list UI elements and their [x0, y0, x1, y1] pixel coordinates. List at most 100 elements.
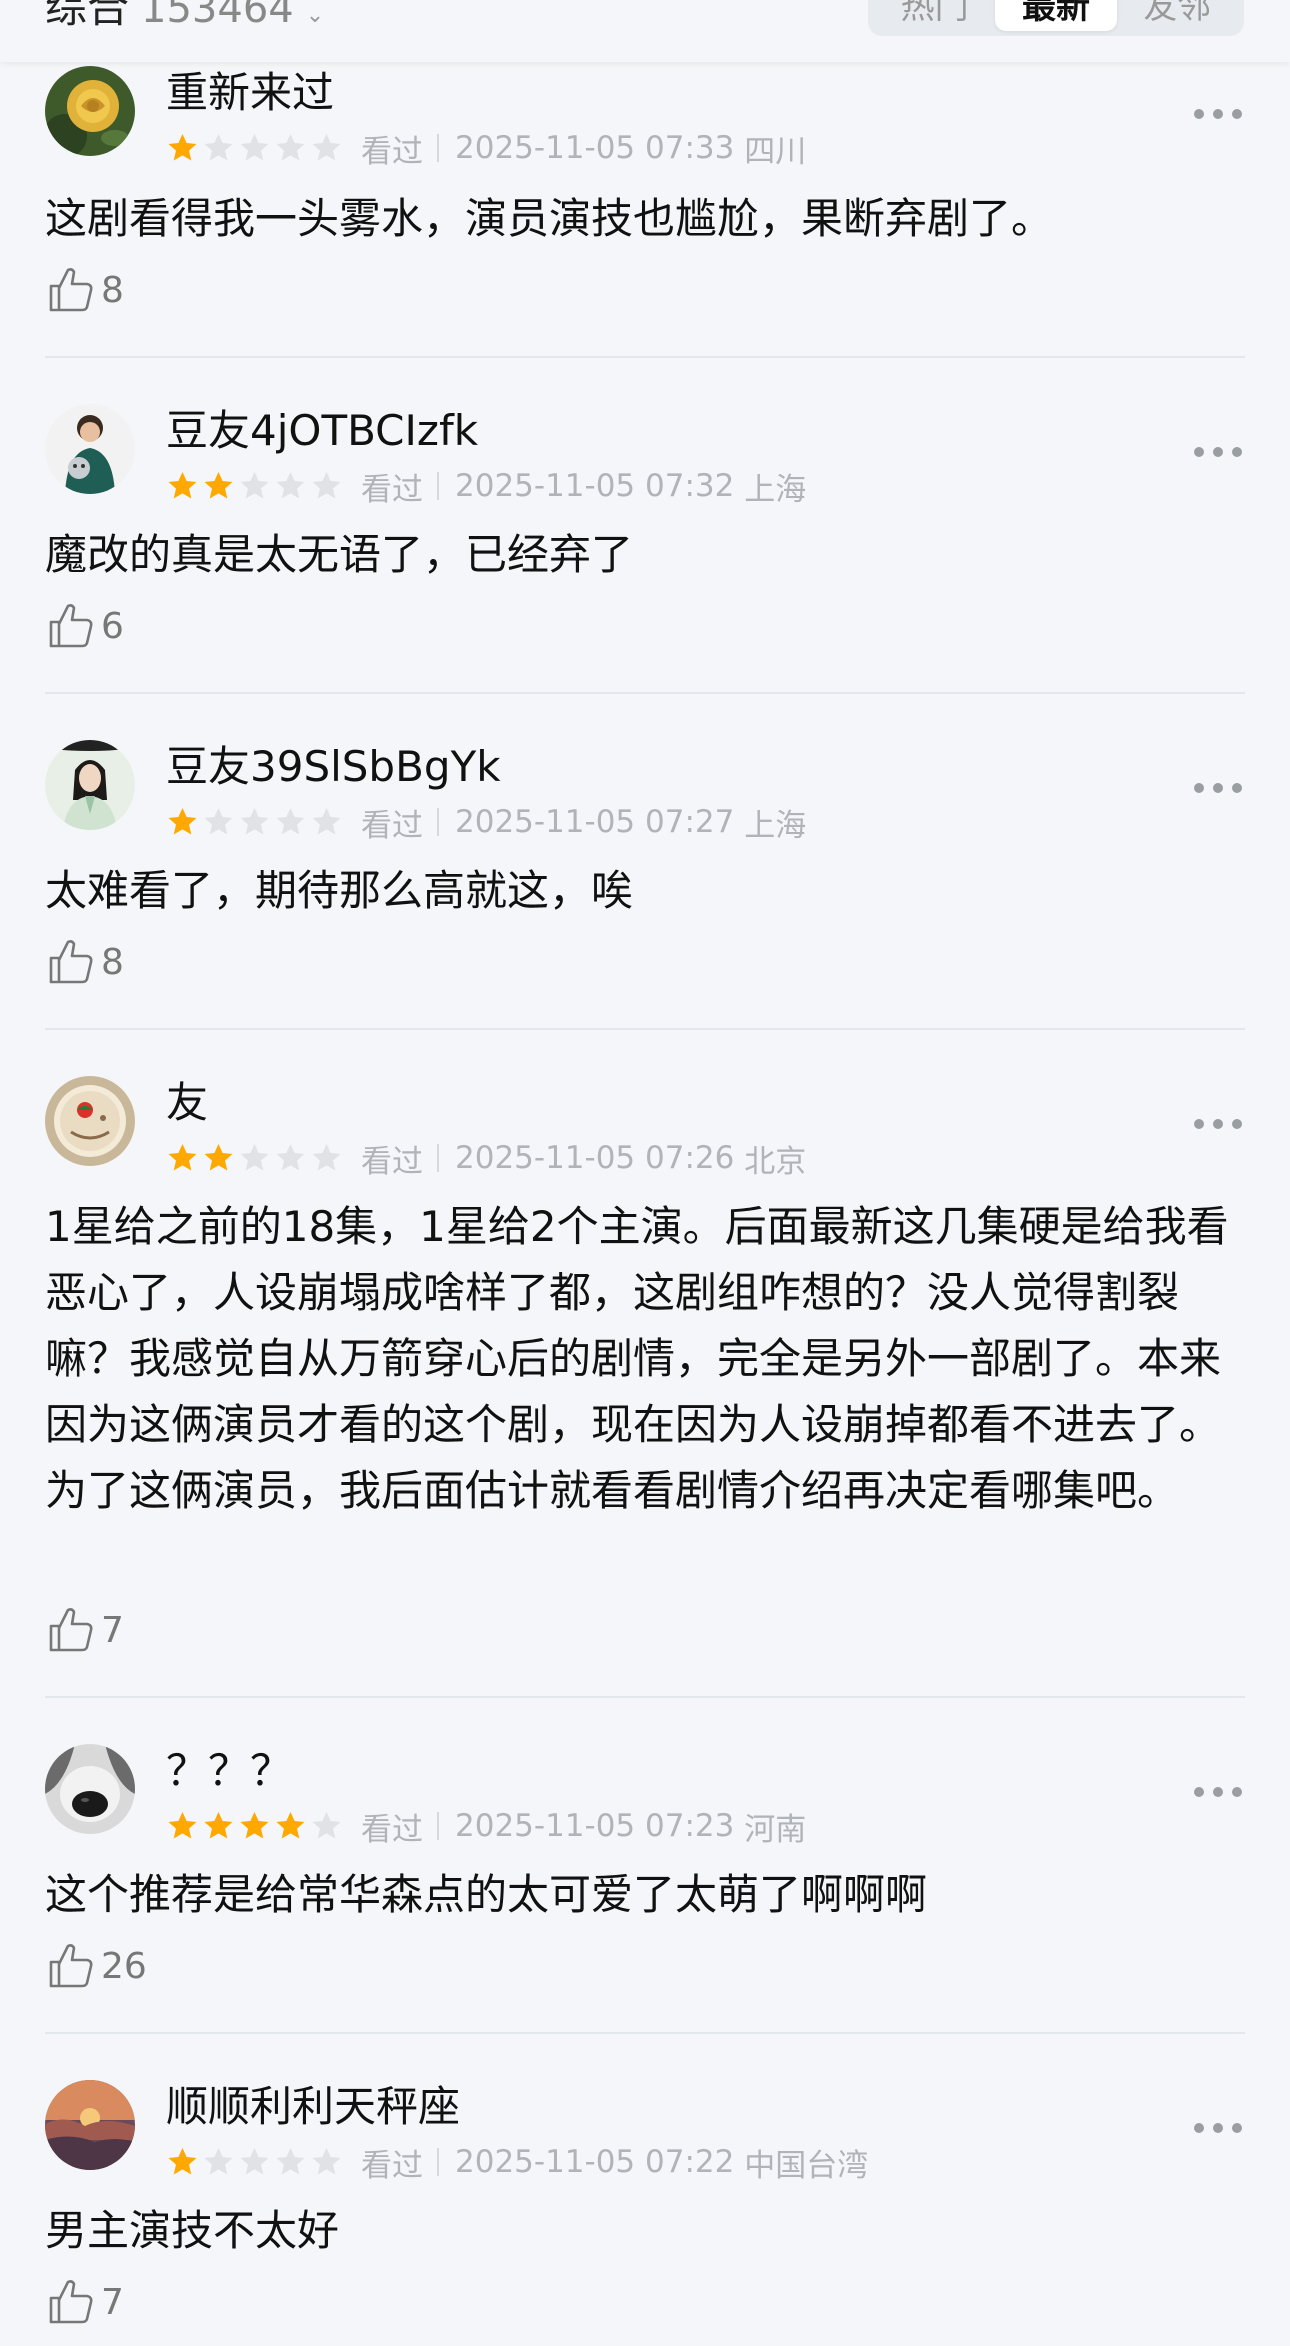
star-icon [168, 807, 197, 834]
star-icon [276, 807, 305, 834]
star-icon [312, 471, 341, 498]
username[interactable]: 豆友39SlSbBgYk [166, 736, 501, 798]
star-icon [204, 2147, 233, 2174]
star-icon [168, 1143, 197, 1170]
like-button[interactable]: 6 [45, 598, 124, 654]
like-button[interactable]: 8 [45, 262, 124, 318]
username[interactable]: ？？？ [166, 1740, 292, 1802]
star-icon [240, 2147, 269, 2174]
comment-text: 魔改的真是太无语了，已经弃了 [45, 530, 634, 579]
star-icon [204, 133, 233, 160]
divider [437, 808, 439, 836]
like-count: 8 [101, 269, 124, 311]
thumbs-up-icon [49, 2280, 93, 2324]
like-button[interactable]: 8 [45, 934, 124, 990]
comment-text: 太难看了，期待那么高就这，唉 [45, 866, 634, 915]
avatar[interactable] [45, 1076, 135, 1166]
star-icon [276, 471, 305, 498]
star-icon [312, 133, 341, 160]
star-icon [312, 1811, 341, 1838]
comment-item: 豆友39SlSbBgYk 看过 2025-11-05 07:27 上海 太难看了… [0, 694, 1290, 1030]
star-icon [240, 1143, 269, 1170]
sort-tab-friends[interactable]: 友邻 [1117, 0, 1238, 31]
star-icon [168, 2147, 197, 2174]
watch-status: 看过 [361, 471, 423, 508]
chevron-down-icon: ⌄ [305, 3, 325, 28]
avatar[interactable] [45, 66, 135, 156]
avatar[interactable] [45, 404, 135, 494]
watch-status: 看过 [361, 2147, 423, 2184]
comments-header: 综合 153464 ⌄ 热门 最新 友邻 [0, 0, 1290, 62]
avatar[interactable] [45, 740, 135, 830]
sort-tab-hot[interactable]: 热门 [874, 0, 995, 31]
comment-datetime: 2025-11-05 07:22 [455, 2144, 735, 2180]
divider [437, 472, 439, 500]
comment-meta: 看过 2025-11-05 07:32 上海 [166, 464, 806, 508]
thumbs-up-icon [49, 268, 93, 312]
watch-status: 看过 [361, 133, 423, 170]
like-button[interactable]: 7 [45, 2274, 124, 2330]
comment-meta: 看过 2025-11-05 07:33 四川 [166, 126, 806, 170]
comment-meta: 看过 2025-11-05 07:27 上海 [166, 800, 806, 844]
comment-meta: 看过 2025-11-05 07:22 中国台湾 [166, 2140, 868, 2184]
avatar[interactable] [45, 2080, 135, 2170]
star-icon [240, 807, 269, 834]
comment-text: 男主演技不太好 [45, 2206, 340, 2255]
comment-datetime: 2025-11-05 07:23 [455, 1808, 735, 1844]
more-options-icon[interactable] [1194, 1780, 1242, 1804]
rating-stars [166, 2146, 343, 2179]
star-icon [168, 1811, 197, 1838]
comment-text: 这剧看得我一头雾水，演员演技也尴尬，果断弃剧了。 [45, 194, 1054, 243]
like-count: 26 [101, 1945, 147, 1987]
more-options-icon[interactable] [1194, 440, 1242, 464]
rating-stars [166, 132, 343, 165]
comment-item: 顺顺利利天秤座 看过 2025-11-05 07:22 中国台湾 男主演技不太好… [0, 2034, 1290, 2346]
comment-item: 友 看过 2025-11-05 07:26 北京 1星给之前的18集，1星给2个… [0, 1030, 1290, 1698]
rating-stars [166, 1142, 343, 1175]
dog-nose-avatar [45, 1744, 135, 1834]
rating-stars [166, 470, 343, 503]
comment-datetime: 2025-11-05 07:33 [455, 130, 735, 166]
star-icon [168, 471, 197, 498]
star-icon [276, 133, 305, 160]
person-with-pet-avatar [45, 404, 135, 494]
avatar[interactable] [45, 1744, 135, 1834]
username[interactable]: 顺顺利利天秤座 [166, 2076, 460, 2138]
divider [437, 1812, 439, 1840]
like-button[interactable]: 26 [45, 1938, 147, 1994]
comments-screen: 综合 153464 ⌄ 热门 最新 友邻 重新来过 看过 2025-11-05 … [0, 0, 1290, 2346]
more-options-icon[interactable] [1194, 1112, 1242, 1136]
comment-location: 河南 [744, 1811, 807, 1848]
divider [437, 134, 439, 162]
username[interactable]: 豆友4jOTBCIzfk [166, 400, 478, 462]
more-options-icon[interactable] [1194, 102, 1242, 126]
star-icon [240, 133, 269, 160]
star-icon [204, 807, 233, 834]
comment-text: 1星给之前的18集，1星给2个主演。后面最新这几集硬是给我看恶心了，人设崩塌成啥… [45, 1202, 1229, 1515]
thumbs-up-icon [49, 1944, 93, 1988]
star-icon [240, 1811, 269, 1838]
round-cake-avatar [45, 1076, 135, 1166]
filter-dropdown[interactable]: 综合 153464 ⌄ [45, 0, 324, 35]
more-options-icon[interactable] [1194, 776, 1242, 800]
watch-status: 看过 [361, 1811, 423, 1848]
comment-datetime: 2025-11-05 07:27 [455, 804, 735, 840]
filter-title: 综合 [45, 0, 130, 32]
comment-datetime: 2025-11-05 07:26 [455, 1140, 735, 1176]
divider [437, 1144, 439, 1172]
star-icon [204, 471, 233, 498]
like-count: 8 [101, 941, 124, 983]
rating-stars [166, 806, 343, 839]
like-count: 7 [101, 2281, 124, 2323]
star-icon [168, 133, 197, 160]
star-icon [312, 2147, 341, 2174]
username[interactable]: 重新来过 [166, 62, 334, 124]
comment-location: 上海 [744, 471, 807, 508]
sort-tab-latest[interactable]: 最新 [995, 0, 1117, 31]
like-button[interactable]: 7 [45, 1602, 124, 1658]
username[interactable]: 友 [166, 1072, 208, 1134]
comment-datetime: 2025-11-05 07:32 [455, 468, 735, 504]
rating-stars [166, 1810, 343, 1843]
yellow-rose-avatar [45, 66, 135, 156]
more-options-icon[interactable] [1194, 2116, 1242, 2140]
